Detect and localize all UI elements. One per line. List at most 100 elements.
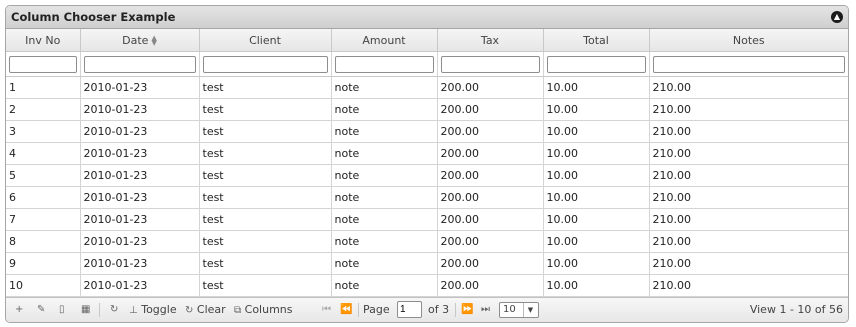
chevron-up-icon[interactable]: ▲ [831, 11, 843, 23]
reload-icon: ↻ [185, 305, 194, 316]
table-row[interactable]: 7 2010-01-23 test note 200.00 10.00 210.00 [6, 208, 848, 231]
table-row[interactable]: 2 2010-01-23 test note 200.00 10.00 210.00 [6, 98, 848, 121]
filter-cell [80, 51, 200, 77]
table-cell: 8 [6, 230, 81, 253]
table-cell: test [199, 274, 332, 297]
columns-button[interactable]: ⧉ Columns [234, 304, 293, 317]
filter-input-date[interactable] [83, 55, 196, 73]
table-cell: 2010-01-23 [80, 208, 200, 231]
column-header-date[interactable]: Date ▲ ▼ [80, 29, 200, 52]
column-header-label: Amount [362, 33, 406, 47]
column-header-label: Client [249, 33, 281, 47]
table-row[interactable]: 1 2010-01-23 test note 200.00 10.00 210.00 [6, 76, 848, 99]
table-cell: 210.00 [649, 142, 848, 165]
filter-input-amount[interactable] [334, 55, 434, 73]
table-cell: note [331, 274, 438, 297]
table-cell: 10.00 [543, 76, 650, 99]
table-cell: note [331, 252, 438, 275]
page-label: Page [363, 303, 390, 316]
table-cell: test [199, 142, 332, 165]
table-cell: 2010-01-23 [80, 230, 200, 253]
table-cell: note [331, 76, 438, 99]
table-cell: 210.00 [649, 208, 848, 231]
rows-per-page-select[interactable]: 10 ▼ [499, 302, 539, 318]
table-row[interactable]: 5 2010-01-23 test note 200.00 10.00 210.00 [6, 164, 848, 187]
filter-input-inv-no[interactable] [9, 55, 77, 73]
column-header-inv-no[interactable]: Inv No [6, 29, 81, 52]
clear-button[interactable]: ↻ Clear [185, 304, 226, 317]
table-cell: note [331, 208, 438, 231]
table-cell: 210.00 [649, 252, 848, 275]
filter-input-client[interactable] [202, 55, 328, 73]
table-cell: 2 [6, 98, 81, 121]
table-row[interactable]: 3 2010-01-23 test note 200.00 10.00 210.00 [6, 120, 848, 143]
column-header-client[interactable]: Client [199, 29, 332, 52]
data-table: Inv No Date ▲ ▼ Client Amount Tax Total Notes 12… [6, 29, 848, 297]
table-cell: 10.00 [543, 98, 650, 121]
table-row[interactable]: 8 2010-01-23 test note 200.00 10.00 210.00 [6, 230, 848, 253]
columns-icon: ⧉ [234, 305, 242, 316]
filter-input-tax[interactable] [440, 55, 540, 73]
table-cell: 3 [6, 120, 81, 143]
table-cell: 10.00 [543, 142, 650, 165]
table-cell: 10.00 [543, 186, 650, 209]
table-cell: 6 [6, 186, 81, 209]
table-body: 1 2010-01-23 test note 200.00 10.00 210.00 2 201… [6, 76, 848, 297]
view-records-text: View 1 - 10 of 56 [749, 303, 843, 316]
filter-cell [331, 51, 438, 77]
table-row[interactable]: 10 2010-01-23 test note 200.00 10.00 210.00 [6, 274, 848, 297]
filter-cell [6, 51, 81, 77]
refresh-icon[interactable]: ↻ [110, 304, 118, 316]
table-cell: 2010-01-23 [80, 252, 200, 275]
last-page-icon[interactable]: ⏭ [481, 304, 490, 316]
table-cell: 7 [6, 208, 81, 231]
table-cell: 5 [6, 164, 81, 187]
columns-label: Columns [244, 303, 293, 316]
table-row[interactable]: 9 2010-01-23 test note 200.00 10.00 210.00 [6, 252, 848, 275]
column-header-tax[interactable]: Tax [437, 29, 544, 52]
table-row[interactable]: 4 2010-01-23 test note 200.00 10.00 210.00 [6, 142, 848, 165]
column-header-amount[interactable]: Amount [331, 29, 438, 52]
table-cell: 200.00 [437, 98, 544, 121]
table-cell: note [331, 142, 438, 165]
table-row[interactable]: 6 2010-01-23 test note 200.00 10.00 210.00 [6, 186, 848, 209]
filter-cell [437, 51, 544, 77]
column-header-label: Inv No [25, 33, 61, 47]
add-icon[interactable]: + [15, 304, 23, 316]
filter-input-notes[interactable] [652, 55, 845, 73]
rows-per-page-value: 10 [503, 304, 516, 315]
divider [99, 303, 100, 317]
chevron-down-icon: ▼ [523, 303, 537, 317]
table-cell: 4 [6, 142, 81, 165]
toggle-button[interactable]: ⊥ Toggle [129, 304, 177, 317]
clear-label: Clear [196, 303, 226, 316]
next-page-icon[interactable]: ⏩ [461, 304, 473, 316]
table-cell: 200.00 [437, 164, 544, 187]
table-cell: test [199, 164, 332, 187]
column-header-label: Tax [480, 33, 500, 47]
table-cell: test [199, 208, 332, 231]
first-page-icon[interactable]: ⏮ [322, 304, 331, 316]
table-cell: 10.00 [543, 274, 650, 297]
column-header-label: Date [122, 33, 149, 47]
column-header-total[interactable]: Total [543, 29, 650, 52]
edit-icon[interactable]: ✎ [37, 304, 45, 316]
table-cell: 2010-01-23 [80, 120, 200, 143]
divider [455, 303, 456, 317]
prev-page-icon[interactable]: ⏪ [340, 304, 352, 316]
page-input[interactable] [397, 301, 422, 318]
filter-input-total[interactable] [546, 55, 646, 73]
column-header-notes[interactable]: Notes [649, 29, 848, 52]
table-cell: 2010-01-23 [80, 164, 200, 187]
divider [358, 303, 359, 317]
table-cell: test [199, 76, 332, 99]
table-cell: 2010-01-23 [80, 274, 200, 297]
view-icon[interactable]: ▯ [59, 304, 65, 316]
table-cell: 10.00 [543, 120, 650, 143]
delete-icon[interactable]: ▦ [81, 304, 90, 316]
table-cell: test [199, 98, 332, 121]
pager-bar: + ✎ ▯ ▦ ↻ ⊥ Toggle ↻ Clear ⧉ Columns ⏮ ⏪… [6, 297, 848, 322]
filter-cell [199, 51, 332, 77]
table-cell: 10.00 [543, 252, 650, 275]
sort-icon[interactable]: ▲ ▼ [151, 34, 156, 46]
